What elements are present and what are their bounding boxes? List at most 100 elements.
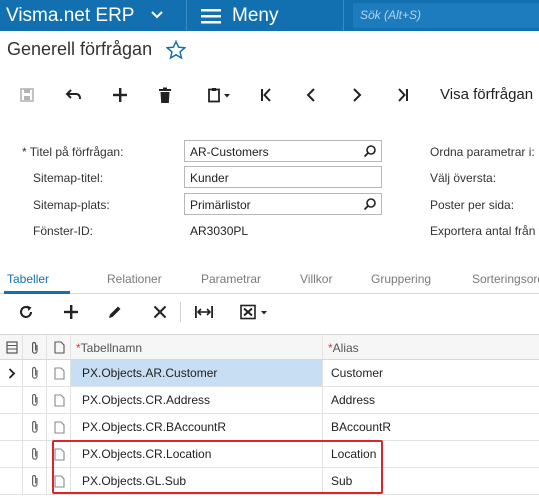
title-value: AR-Customers <box>190 145 269 159</box>
excel-icon <box>240 304 267 320</box>
divider <box>186 0 187 31</box>
fit-columns-button[interactable] <box>192 302 216 322</box>
alias-cell[interactable]: Address <box>323 387 539 413</box>
delete-button[interactable] <box>152 84 178 106</box>
table-name-cell[interactable]: PX.Objects.CR.Address <box>71 387 323 413</box>
attachment-icon[interactable] <box>30 474 40 488</box>
refresh-icon <box>20 305 32 318</box>
brand-title[interactable]: Visma.net ERP <box>6 5 134 27</box>
alias-value: BAccountR <box>331 420 392 434</box>
next-record-button[interactable] <box>344 84 370 106</box>
menu-button[interactable]: Meny <box>200 0 278 31</box>
attachment-icon <box>32 341 38 354</box>
note-icon[interactable] <box>54 421 65 434</box>
current-row-icon <box>8 368 16 379</box>
tab-sort-order[interactable]: Sorteringsordn <box>472 272 539 286</box>
sitemap-title-field[interactable]: Kunder <box>184 166 382 188</box>
note-icon[interactable] <box>54 367 65 380</box>
sitemap-place-label: Sitemap-plats: <box>33 198 110 212</box>
toolbar-divider <box>180 302 181 322</box>
page-title: Generell förfrågan <box>7 39 153 59</box>
alias-value: Address <box>331 393 376 407</box>
menu-label: Meny <box>232 4 279 26</box>
alias-cell[interactable]: BAccountR <box>323 414 539 440</box>
alias-header: Alias <box>332 341 359 355</box>
chevron-right-icon <box>353 88 362 102</box>
refresh-button[interactable] <box>14 302 38 322</box>
first-icon <box>261 88 271 102</box>
tab-relations[interactable]: Relationer <box>107 272 162 286</box>
delete-row-button[interactable] <box>148 302 172 322</box>
alias-value: Customer <box>331 366 384 380</box>
clipboard-dropdown-button[interactable] <box>199 84 239 106</box>
order-params-label: Ordna parametrar i: <box>430 145 535 159</box>
column-header-table-name[interactable]: *Tabellnamn <box>71 335 323 359</box>
tab-tables[interactable]: Tabeller <box>7 272 49 286</box>
tab-conditions[interactable]: Villkor <box>300 272 332 286</box>
add-button[interactable] <box>107 84 133 106</box>
table-name-value: PX.Objects.AR.Customer <box>82 366 218 380</box>
table-row[interactable]: PX.Objects.AR.Customer Customer <box>0 360 539 387</box>
view-inquiry-button[interactable]: Visa förfrågan <box>440 86 533 103</box>
sitemap-title-value: Kunder <box>190 171 229 185</box>
highlight-box <box>52 440 383 494</box>
save-icon <box>20 88 34 102</box>
title-label: * Titel på förfrågan: <box>22 145 124 159</box>
inquiry-form: * Titel på förfrågan: AR-Customers Sitem… <box>0 120 539 260</box>
undo-icon <box>65 89 81 100</box>
column-header-alias[interactable]: *Alias <box>323 335 539 359</box>
select-top-label: Välj översta: <box>430 171 497 185</box>
table-name-value: PX.Objects.CR.BAccountR <box>82 420 227 434</box>
window-id-label: Fönster-ID: <box>33 224 94 238</box>
export-count-label: Exportera antal från t <box>430 224 539 238</box>
search-input[interactable]: Sök (Alt+S) <box>353 3 539 28</box>
last-icon <box>398 88 408 102</box>
attachment-icon[interactable] <box>30 447 40 461</box>
note-icon[interactable] <box>54 394 65 407</box>
alias-cell[interactable]: Customer <box>323 360 539 386</box>
sitemap-title-label: Sitemap-titel: <box>33 171 104 185</box>
note-icon <box>54 341 65 354</box>
export-excel-button[interactable] <box>237 302 273 322</box>
table-name-value: PX.Objects.CR.Address <box>82 393 211 407</box>
previous-record-button[interactable] <box>298 84 324 106</box>
title-field[interactable]: AR-Customers <box>184 140 382 162</box>
add-row-button[interactable] <box>59 302 83 322</box>
column-settings-icon[interactable] <box>6 341 18 354</box>
divider <box>343 0 344 31</box>
grid-header-row: *Tabellnamn *Alias <box>0 334 539 360</box>
active-tab-indicator <box>4 291 70 294</box>
attachment-icon[interactable] <box>30 366 40 380</box>
tab-bar: Tabeller Relationer Parametrar Villkor G… <box>0 268 539 294</box>
search-placeholder: Sök (Alt+S) <box>360 8 422 22</box>
tab-parameters[interactable]: Parametrar <box>201 272 261 286</box>
close-icon <box>153 305 167 319</box>
chevron-down-icon[interactable] <box>150 8 164 22</box>
edit-row-button[interactable] <box>103 302 127 322</box>
table-name-header: Tabellnamn <box>80 341 143 355</box>
table-row[interactable]: PX.Objects.CR.BAccountR BAccountR <box>0 414 539 441</box>
search-icon[interactable] <box>363 197 377 211</box>
table-name-cell[interactable]: PX.Objects.CR.BAccountR <box>71 414 323 440</box>
table-name-cell[interactable]: PX.Objects.AR.Customer <box>71 360 323 386</box>
save-button[interactable] <box>14 84 40 106</box>
chevron-left-icon <box>306 88 315 102</box>
attachment-icon[interactable] <box>30 420 40 434</box>
tab-grouping[interactable]: Gruppering <box>371 272 431 286</box>
sitemap-place-value: Primärlistor <box>190 198 251 212</box>
first-record-button[interactable] <box>253 84 279 106</box>
attachment-icon[interactable] <box>30 393 40 407</box>
window-id-value: AR3030PL <box>190 224 249 238</box>
plus-icon <box>113 88 127 102</box>
undo-button[interactable] <box>61 84 87 106</box>
hamburger-icon <box>201 8 221 23</box>
sitemap-place-field[interactable]: Primärlistor <box>184 193 382 215</box>
trash-icon <box>159 87 171 103</box>
pencil-icon <box>109 306 121 318</box>
records-per-page-label: Poster per sida: <box>430 198 515 212</box>
top-bar: Visma.net ERP Meny Sök (Alt+S) <box>0 0 539 31</box>
favorite-star-icon[interactable] <box>166 40 186 60</box>
search-icon[interactable] <box>363 144 377 158</box>
last-record-button[interactable] <box>390 84 416 106</box>
table-row[interactable]: PX.Objects.CR.Address Address <box>0 387 539 414</box>
